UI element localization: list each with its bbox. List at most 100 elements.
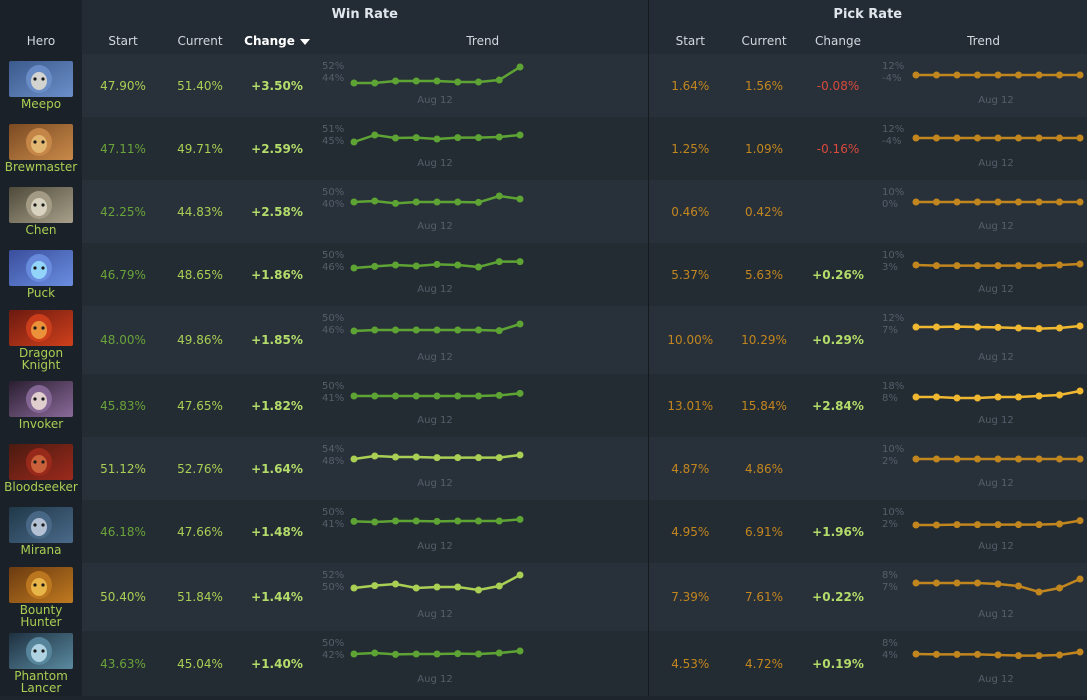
winrate-start-cell: 50.40%: [82, 563, 164, 631]
pickrate-change-cell: -0.16%: [796, 117, 881, 180]
trend-point: [912, 393, 920, 401]
pickrate-current-cell: 4.72%: [732, 631, 797, 696]
column-header-pickrate-trend: Trend: [880, 28, 1087, 54]
trend-axis-top-label: 52%: [322, 61, 344, 72]
pickrate-current-cell: 5.63%: [732, 243, 797, 306]
hero-cell[interactable]: Mirana: [0, 500, 82, 563]
hero-link[interactable]: Bounty Hunter: [0, 566, 82, 628]
hero-cell[interactable]: Brewmaster: [0, 117, 82, 180]
trend-point: [1076, 260, 1084, 268]
hero-cell[interactable]: Phantom Lancer: [0, 631, 82, 696]
trend-point: [495, 582, 503, 590]
table-row[interactable]: Bloodseeker 51.12% 52.76% +1.64% 54% 48% Aug 1…: [0, 437, 1087, 500]
column-header-pickrate-change[interactable]: Change: [796, 28, 881, 54]
trend-point: [1015, 652, 1023, 660]
trend-point: [953, 650, 961, 658]
hero-link[interactable]: Phantom Lancer: [0, 633, 82, 694]
pickrate-trend-cell: 12% -4% Aug 12: [880, 54, 1087, 117]
pickrate-current-cell: 7.61%: [732, 563, 797, 631]
hero-link[interactable]: Dragon Knight: [0, 309, 82, 371]
hero-cell[interactable]: Puck: [0, 243, 82, 306]
trend-point: [350, 198, 358, 206]
trend-point: [974, 198, 982, 206]
trend-point: [1076, 575, 1084, 583]
trend-date-label: Aug 12: [417, 674, 452, 685]
trend-point: [1015, 324, 1023, 332]
trend-point: [475, 198, 482, 206]
hero-link[interactable]: Chen: [0, 187, 82, 236]
trend-point: [1015, 455, 1023, 463]
trend-date-label: Aug 12: [978, 415, 1013, 426]
winrate-current-cell: 51.84%: [164, 563, 236, 631]
table-row[interactable]: Phantom Lancer 43.63% 45.04% +1.40% 50% 42% Au…: [0, 631, 1087, 696]
table-row[interactable]: Mirana 46.18% 47.66% +1.48% 50% 41% Aug 12 4.95…: [0, 500, 1087, 563]
hero-cell[interactable]: Bounty Hunter: [0, 563, 82, 631]
trend-point: [1035, 588, 1043, 596]
winrate-start-cell: 46.18%: [82, 500, 164, 563]
column-header-pickrate-current[interactable]: Current: [732, 28, 797, 54]
trend-point: [516, 63, 524, 71]
column-header-hero[interactable]: Hero: [0, 28, 82, 54]
table-row[interactable]: Chen 42.25% 44.83% +2.58% 50% 40% Aug 12 0.46% 0…: [0, 180, 1087, 243]
trend-point: [475, 586, 482, 594]
hero-cell[interactable]: Chen: [0, 180, 82, 243]
trend-point: [412, 77, 420, 85]
hero-cell[interactable]: Invoker: [0, 374, 82, 437]
hero-link[interactable]: Mirana: [0, 507, 82, 556]
pickrate-start-cell: 4.87%: [647, 437, 733, 500]
trend-point: [933, 71, 941, 79]
column-header-winrate-change[interactable]: Change: [236, 28, 318, 54]
trend-point: [371, 262, 379, 270]
winrate-start-cell: 47.11%: [82, 117, 164, 180]
hero-link[interactable]: Puck: [0, 250, 82, 299]
trend-date-label: Aug 12: [417, 284, 452, 295]
table-row[interactable]: Invoker 45.83% 47.65% +1.82% 50% 41% Aug 12 13.…: [0, 374, 1087, 437]
table-row[interactable]: Dragon Knight 48.00% 49.86% +1.85% 50% 46% Aug…: [0, 306, 1087, 374]
hero-link[interactable]: Invoker: [0, 381, 82, 430]
winrate-trend-cell: 50% 46% Aug 12: [318, 243, 649, 306]
winrate-change-cell: +1.48%: [236, 500, 318, 563]
trend-date-label: Aug 12: [417, 541, 452, 552]
trend-axis-top-label: 10%: [882, 507, 904, 518]
hero-link[interactable]: Brewmaster: [0, 124, 82, 173]
trend-point: [454, 454, 462, 462]
hero-cell[interactable]: Dragon Knight: [0, 306, 82, 374]
trend-point: [350, 455, 358, 463]
hero-cell[interactable]: Bloodseeker: [0, 437, 82, 500]
winrate-trend-cell: 50% 41% Aug 12: [318, 374, 649, 437]
bounty-hunter-portrait: [9, 566, 73, 603]
trend-point: [371, 452, 379, 460]
trend-point: [974, 521, 982, 529]
hero-cell[interactable]: Meepo: [0, 54, 82, 117]
pickrate-start-cell: 0.46%: [647, 180, 733, 243]
trend-point: [350, 584, 358, 592]
hero-link[interactable]: Bloodseeker: [0, 444, 82, 493]
trend-point: [953, 71, 961, 79]
trend-point: [1076, 71, 1084, 79]
pickrate-current-cell: 1.09%: [732, 117, 797, 180]
table-row[interactable]: Brewmaster 47.11% 49.71% +2.59% 51% 45% Aug 12…: [0, 117, 1087, 180]
table-row[interactable]: Bounty Hunter 50.40% 51.84% +1.44% 52% 50% Aug…: [0, 563, 1087, 631]
table-row[interactable]: Meepo 47.90% 51.40% +3.50% 52% 44% Aug 12 1.64%…: [0, 54, 1087, 117]
trend-axis-top-label: 51%: [322, 124, 344, 135]
table-row[interactable]: Puck 46.79% 48.65% +1.86% 50% 46% Aug 12 5.37% 5…: [0, 243, 1087, 306]
winrate-change-cell: +1.44%: [236, 563, 318, 631]
winrate-change-cell: +2.58%: [236, 180, 318, 243]
trend-point: [1035, 392, 1043, 400]
trend-point: [371, 79, 379, 87]
trend-axis-top-label: 54%: [322, 444, 344, 455]
winrate-trend-sparkline: 51%45% Aug 12: [322, 124, 524, 169]
trend-point: [1015, 582, 1023, 590]
column-header-winrate-current[interactable]: Current: [164, 28, 236, 54]
hero-link[interactable]: Meepo: [0, 61, 82, 110]
trend-point: [350, 79, 358, 87]
winrate-trend-sparkline: 50%41% Aug 12: [322, 381, 524, 426]
column-header-winrate-start[interactable]: Start: [82, 28, 164, 54]
trend-point: [1076, 198, 1084, 206]
column-header-pickrate-start[interactable]: Start: [647, 28, 733, 54]
trend-date-label: Aug 12: [417, 352, 452, 363]
trend-point: [475, 78, 482, 86]
winrate-current-cell: 51.40%: [164, 54, 236, 117]
pickrate-change-cell: +0.26%: [796, 243, 881, 306]
trend-axis-top-label: 50%: [322, 250, 344, 261]
